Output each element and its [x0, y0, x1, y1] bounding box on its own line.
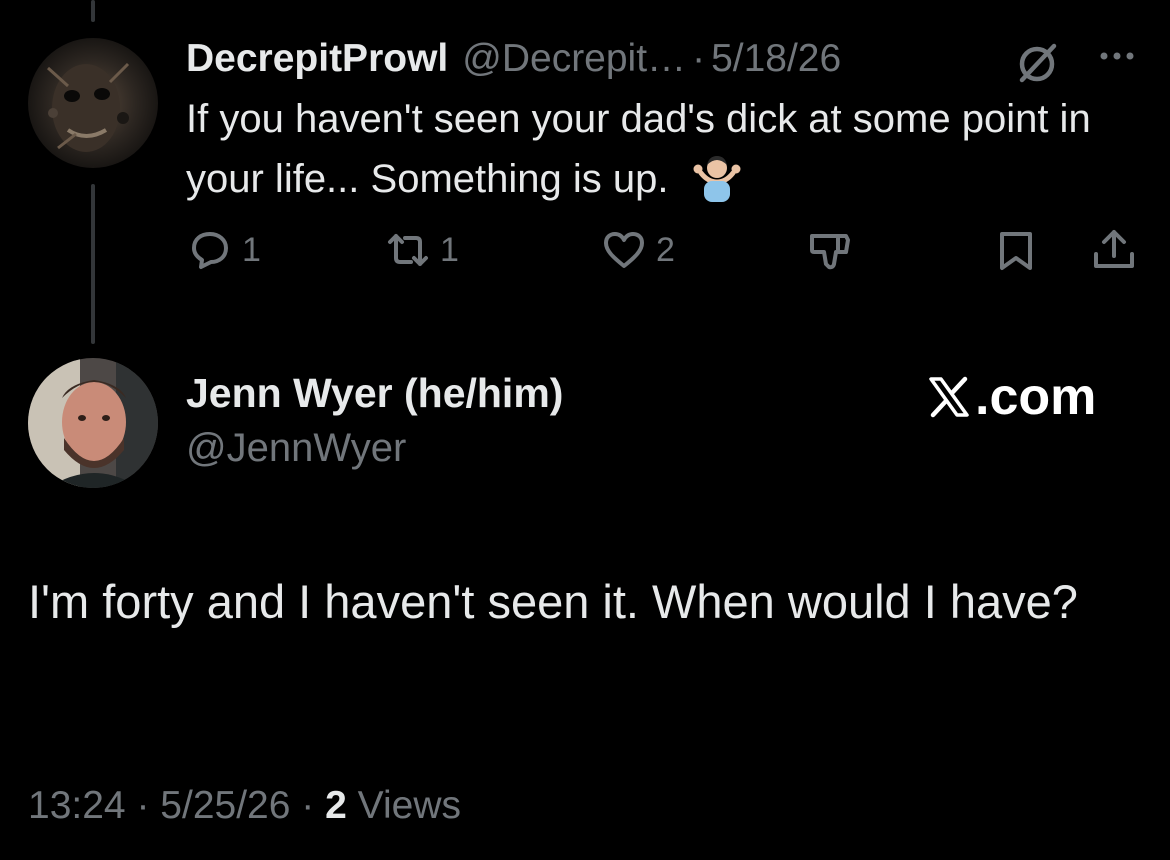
views-label: Views	[357, 784, 461, 827]
reply-button[interactable]: 1	[186, 222, 261, 278]
like-count: 2	[656, 230, 675, 269]
grok-icon[interactable]	[1012, 38, 1062, 88]
parent-tweet-body: If you haven't seen your dad's dick at s…	[186, 97, 1091, 201]
dislike-button[interactable]	[806, 222, 854, 278]
share-icon	[1090, 226, 1138, 274]
x-logo-icon	[925, 373, 975, 421]
thread-line	[91, 184, 95, 344]
post-date[interactable]: 5/25/26	[160, 784, 290, 827]
views-count[interactable]: 2	[325, 784, 347, 827]
reply-count: 1	[242, 230, 261, 269]
bookmark-icon	[992, 226, 1040, 274]
reply-icon	[186, 226, 234, 274]
post-time[interactable]: 13:24	[28, 784, 126, 827]
avatar[interactable]	[28, 38, 158, 168]
thread-line-top	[91, 0, 95, 22]
parent-display-name[interactable]: DecrepitProwl	[186, 37, 448, 81]
reply-handle[interactable]: @JennWyer	[186, 426, 406, 471]
parent-handle[interactable]: @Decrepit…	[462, 37, 686, 81]
repost-button[interactable]: 1	[384, 222, 459, 278]
reply-tweet-text: I'm forty and I haven't seen it. When wo…	[28, 575, 1078, 628]
parent-tweet-header: DecrepitProwl @Decrepit… · 5/18/26	[186, 34, 841, 84]
repost-count: 1	[440, 230, 459, 269]
brand-suffix: .com	[975, 368, 1097, 426]
more-icon[interactable]	[1092, 44, 1142, 74]
share-button[interactable]	[1090, 222, 1138, 278]
person-shrugging-emoji	[690, 148, 744, 202]
dislike-icon	[806, 226, 854, 274]
separator-dot: ·	[692, 37, 706, 80]
parent-tweet-text: If you haven't seen your dad's dick at s…	[186, 90, 1136, 208]
bookmark-button[interactable]	[992, 222, 1040, 278]
like-button[interactable]: 2	[600, 222, 675, 278]
separator-dot: ·	[136, 784, 150, 827]
like-icon	[600, 226, 648, 274]
parent-date[interactable]: 5/18/26	[711, 37, 841, 81]
tweet-metadata: 13:24 · 5/25/26 · 2 Views	[28, 784, 461, 828]
watermark: .com	[925, 366, 1096, 428]
reply-display-name[interactable]: Jenn Wyer (he/him)	[186, 370, 563, 417]
separator-dot: ·	[301, 784, 315, 827]
reply-avatar[interactable]	[28, 358, 158, 488]
repost-icon	[384, 226, 432, 274]
